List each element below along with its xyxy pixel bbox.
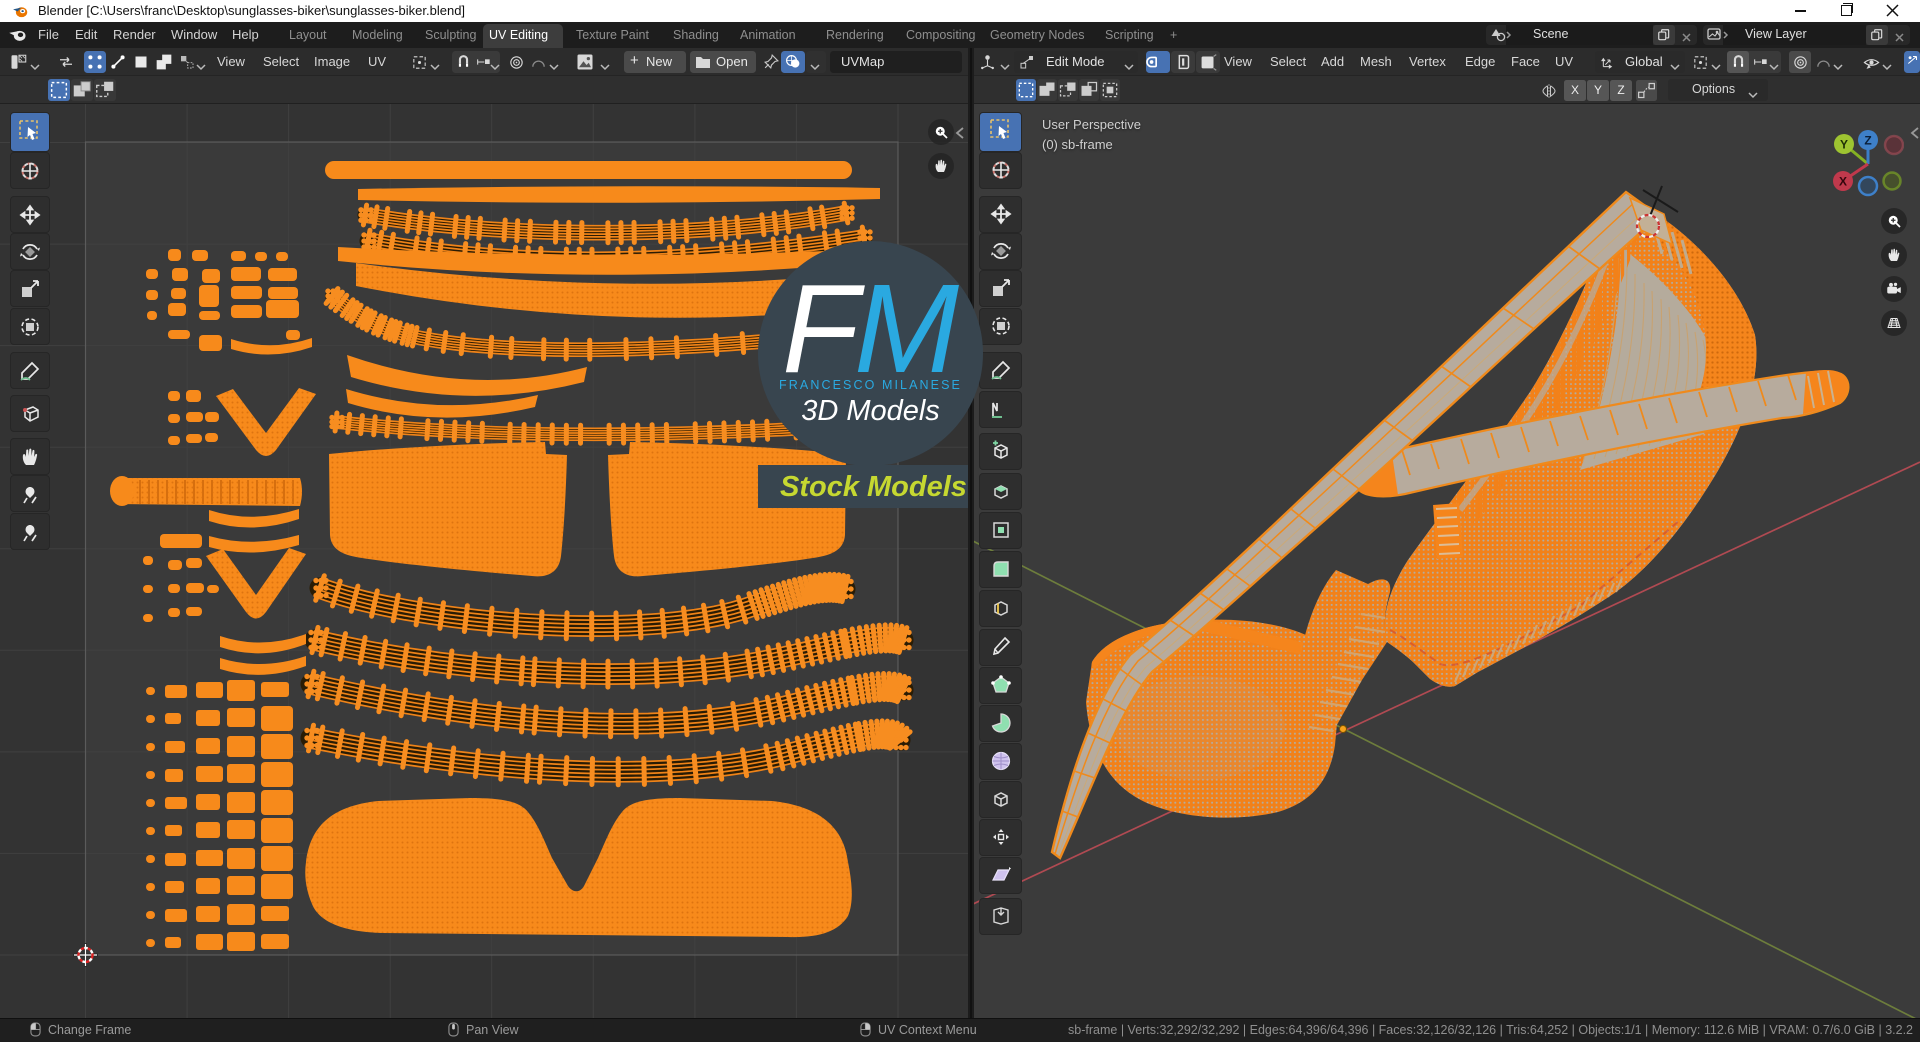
svg-text:Z: Z [1864, 134, 1871, 148]
svg-text:Y: Y [1840, 138, 1848, 152]
svg-text:X: X [1839, 175, 1847, 189]
